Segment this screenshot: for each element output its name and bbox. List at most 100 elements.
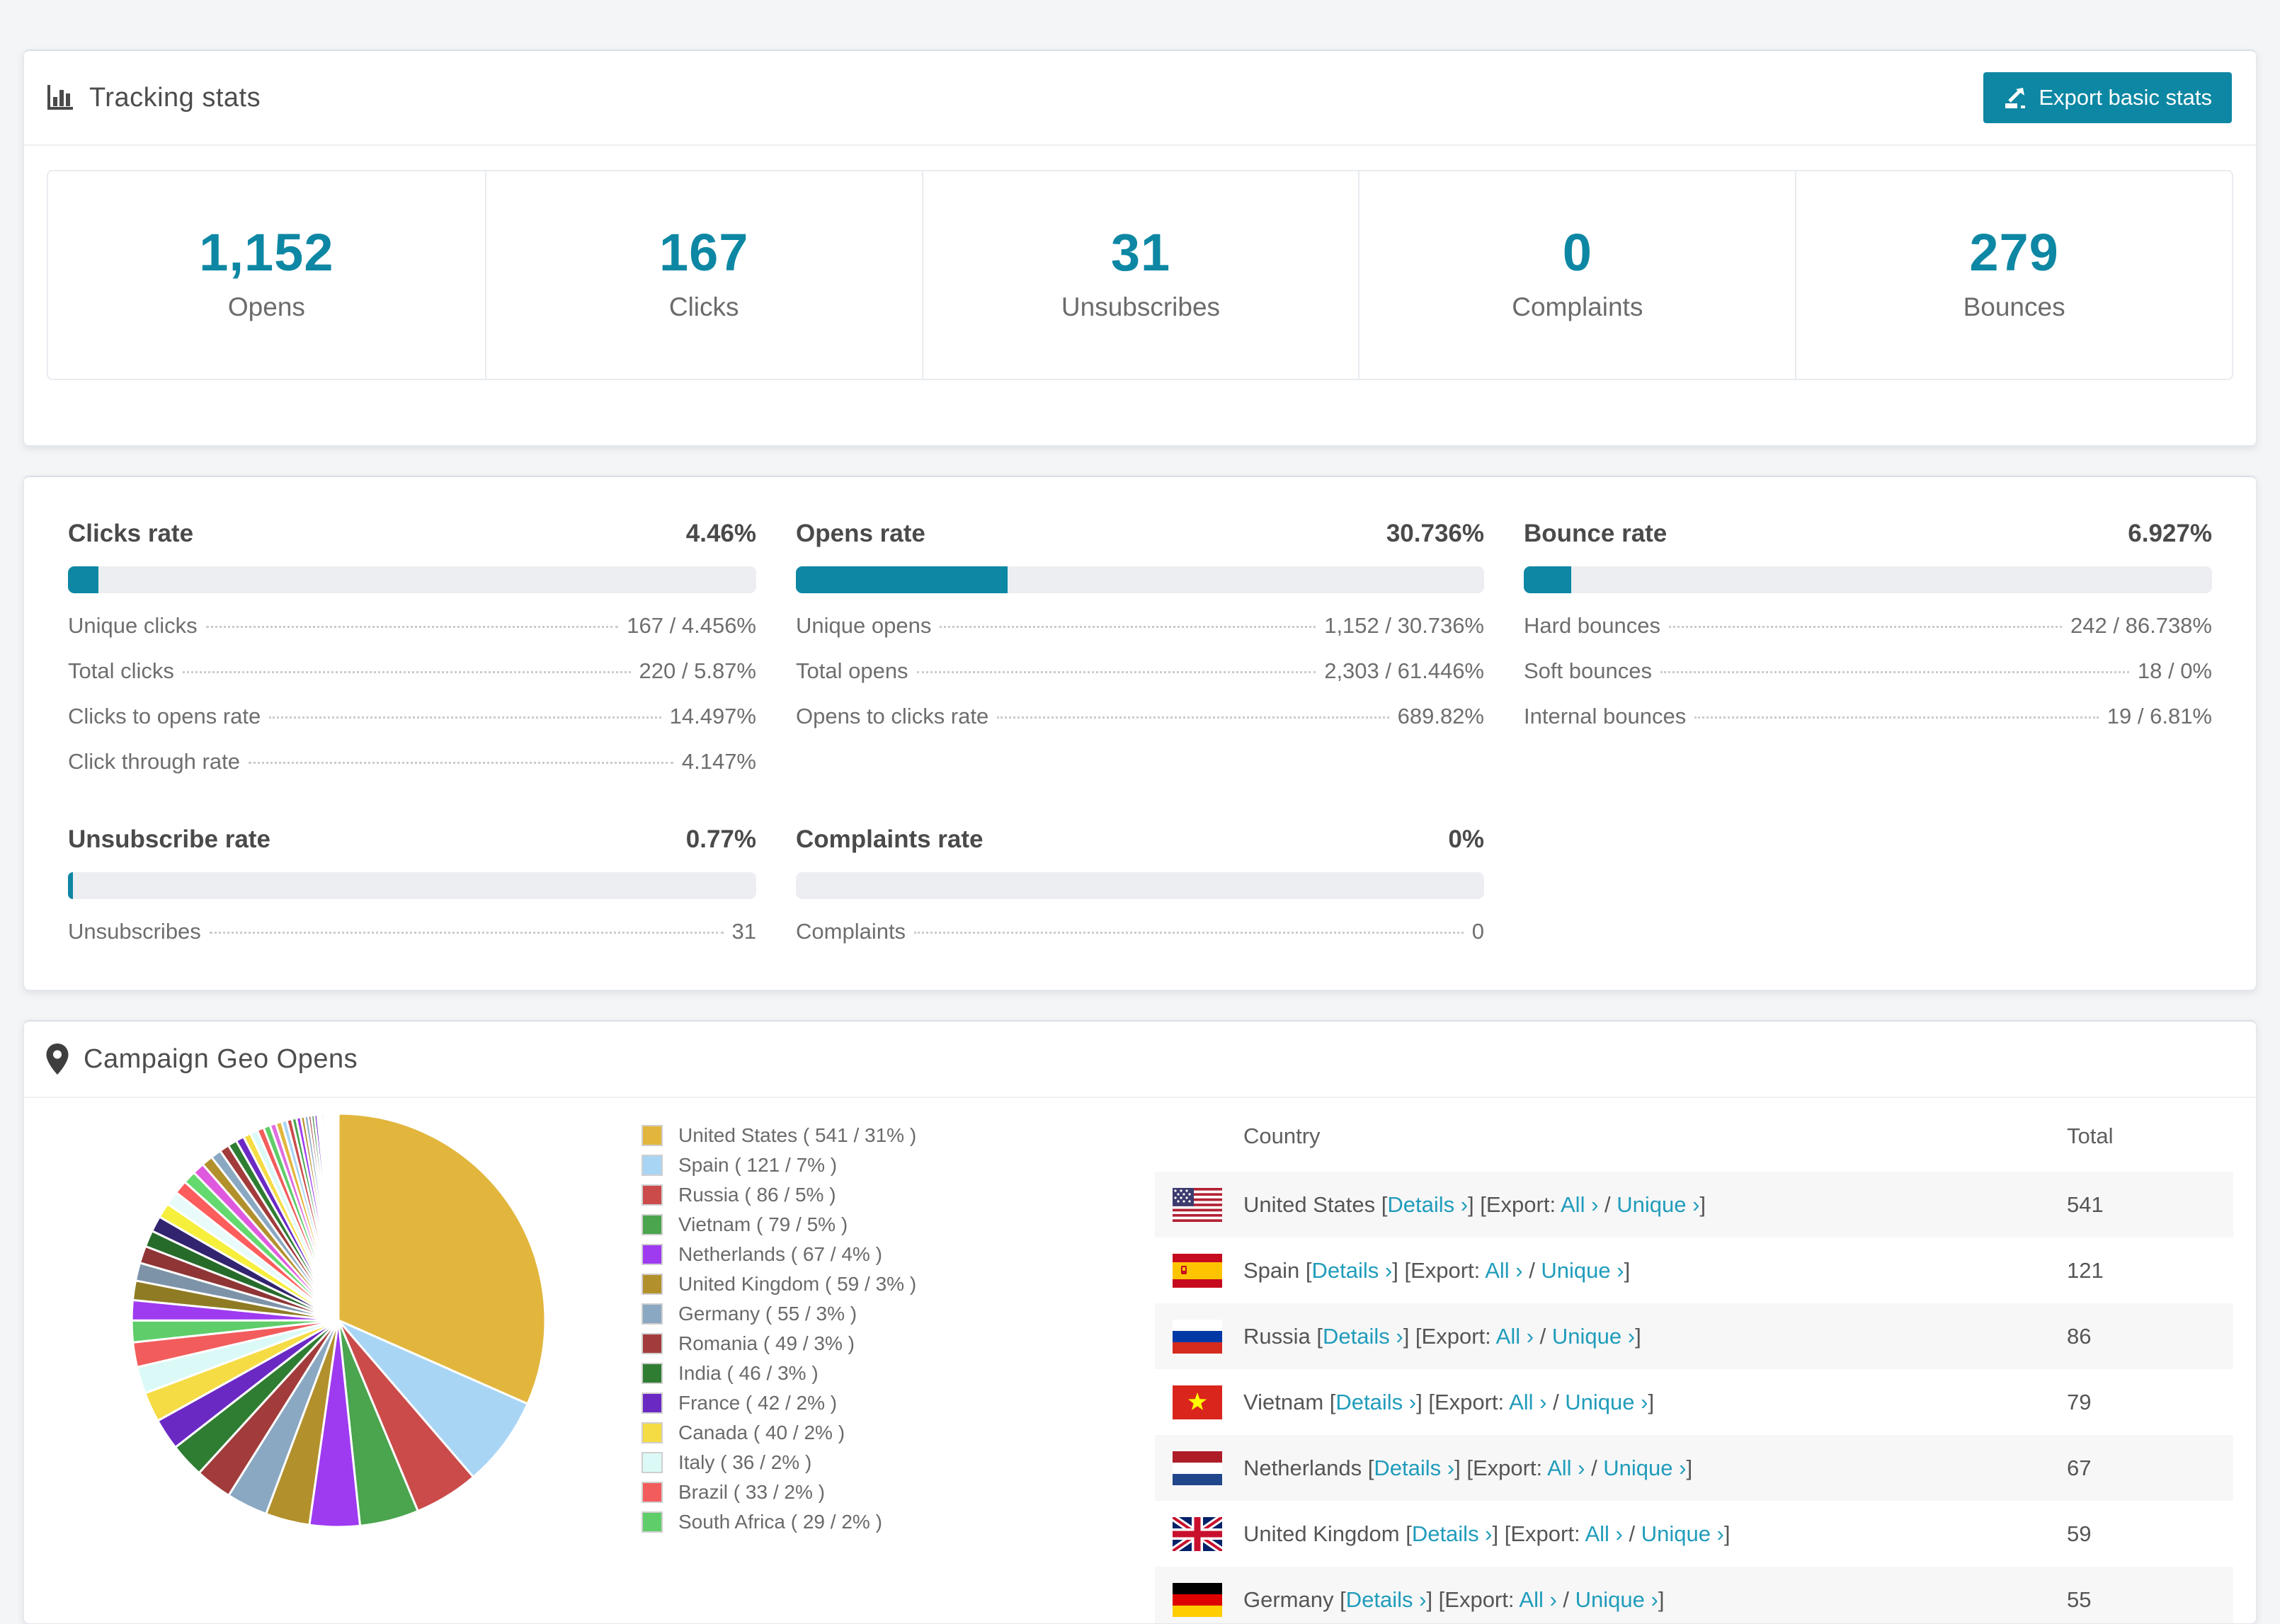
clicks-progress-bar [68, 566, 756, 593]
rate-value: 0.77% [685, 825, 756, 853]
geo-opens-title: Campaign Geo Opens [84, 1043, 358, 1074]
detail-label: Click through rate [68, 749, 240, 774]
details-link[interactable]: Details › [1323, 1324, 1403, 1349]
details-link[interactable]: Details › [1346, 1587, 1427, 1612]
rate-detail-row: Hard bounces 242 / 86.738% [1524, 613, 2212, 639]
dotted-leader [997, 716, 1389, 719]
legend-swatch [642, 1393, 663, 1414]
geo-pie-chart[interactable] [47, 1098, 642, 1623]
map-pin-icon [45, 1043, 69, 1075]
export-all-link[interactable]: All › [1485, 1258, 1522, 1283]
bar-chart-icon [45, 83, 75, 113]
stat-label: Complaints [1512, 292, 1643, 321]
stat-value: 1,152 [199, 223, 334, 282]
details-link[interactable]: Details › [1412, 1521, 1493, 1546]
export-unique-link[interactable]: Unique › [1603, 1456, 1686, 1480]
legend-item: Romania ( 49 / 3% ) [642, 1329, 1109, 1359]
export-unique-link[interactable]: Unique › [1575, 1587, 1658, 1612]
tracking-stats-card: Tracking stats Export basic stats 1,152 O… [23, 50, 2257, 446]
legend-label: Germany ( 55 / 3% ) [678, 1303, 857, 1325]
country-cell: Netherlands [Details ›] [Export: All › /… [1243, 1455, 1693, 1480]
rate-detail-row: Click through rate 4.147% [68, 749, 756, 774]
legend-label: Spain ( 121 / 7% ) [678, 1154, 838, 1176]
rate-detail-row: Unique opens 1,152 / 30.736% [796, 613, 1484, 639]
export-all-link[interactable]: All › [1547, 1456, 1585, 1480]
country-name: Germany [1243, 1586, 1340, 1612]
dotted-leader [182, 671, 631, 673]
es-flag-icon [1173, 1253, 1222, 1288]
export-all-link[interactable]: All › [1509, 1390, 1546, 1414]
stat-value: 31 [1110, 223, 1171, 282]
bounce-progress-bar [1524, 566, 2212, 593]
dotted-leader [940, 626, 1316, 628]
legend-label: Romania ( 49 / 3% ) [678, 1332, 855, 1354]
stat-value: 167 [659, 223, 749, 282]
export-unique-link[interactable]: Unique › [1617, 1192, 1699, 1217]
opens-rate-section: Opens rate 30.736% Unique opens 1,152 / 30.… [796, 520, 1484, 774]
legend-item: Canada ( 40 / 2% ) [642, 1418, 1109, 1448]
dotted-leader [1669, 626, 2063, 628]
rate-detail-row: Total opens 2,303 / 61.446% [796, 658, 1484, 684]
detail-value: 19 / 6.81% [2107, 704, 2212, 728]
rate-detail-row: Complaints 0 [796, 919, 1484, 944]
legend-item: Brazil ( 33 / 2% ) [642, 1477, 1109, 1507]
rate-detail-row: Unsubscribes 31 [68, 919, 756, 944]
export-all-link[interactable]: All › [1585, 1521, 1622, 1546]
dotted-leader [269, 716, 661, 719]
total-value: 86 [2067, 1323, 2092, 1349]
campaign-overview-page: Tracking stats Export basic stats 1,152 O… [0, 0, 2280, 1624]
geo-opens-content: United States ( 541 / 31% ) Spain ( 121 /… [24, 1098, 2256, 1623]
dotted-leader [914, 932, 1464, 934]
dotted-leader [205, 626, 619, 628]
detail-value: 18 / 0% [2137, 658, 2212, 683]
legend-swatch [642, 1303, 663, 1325]
stat-value: 0 [1562, 223, 1592, 282]
clicks-rate-section: Clicks rate 4.46% Unique clicks 167 / 4.456… [68, 520, 756, 774]
legend-item: South Africa ( 29 / 2% ) [642, 1507, 1109, 1537]
country-name: Spain [1243, 1257, 1306, 1283]
rate-detail-row: Unique clicks 167 / 4.456% [68, 613, 756, 639]
detail-value: 689.82% [1397, 704, 1484, 728]
legend-swatch [642, 1333, 663, 1354]
export-unique-link[interactable]: Unique › [1565, 1390, 1648, 1414]
detail-value: 167 / 4.456% [627, 613, 756, 638]
table-row-es: Spain [Details ›] [Export: All › / Uniqu… [1155, 1237, 2233, 1303]
detail-label: Internal bounces [1524, 704, 1687, 728]
rate-value: 6.927% [2128, 520, 2212, 547]
dotted-leader [209, 932, 724, 934]
country-name: Vietnam [1243, 1389, 1330, 1414]
detail-value: 0 [1471, 919, 1484, 944]
opens-progress-bar [796, 566, 1484, 593]
rate-title: Clicks rate [68, 520, 194, 547]
geo-table-header: Country Total [1155, 1098, 2233, 1172]
export-all-link[interactable]: All › [1496, 1324, 1534, 1349]
unsubscribe-progress-bar [68, 872, 756, 899]
rate-title: Bounce rate [1524, 520, 1668, 547]
detail-value: 242 / 86.738% [2070, 613, 2212, 638]
legend-label: United Kingdom ( 59 / 3% ) [678, 1273, 917, 1295]
country-name: Netherlands [1243, 1455, 1368, 1480]
complaints-rate-section: Complaints rate 0% Complaints 0 [796, 825, 1484, 944]
detail-value: 14.497% [669, 704, 756, 728]
details-link[interactable]: Details › [1312, 1258, 1393, 1283]
detail-value: 31 [731, 919, 756, 944]
export-unique-link[interactable]: Unique › [1552, 1324, 1635, 1349]
progress-bar-fill [68, 566, 99, 593]
legend-label: United States ( 541 / 31% ) [678, 1124, 917, 1146]
export-all-link[interactable]: All › [1519, 1587, 1556, 1612]
export-unique-link[interactable]: Unique › [1541, 1258, 1624, 1283]
total-column-header: Total [2067, 1123, 2114, 1148]
detail-label: Unsubscribes [68, 919, 201, 944]
stat-value: 279 [1969, 223, 2059, 282]
details-link[interactable]: Details › [1335, 1390, 1416, 1414]
detail-label: Soft bounces [1524, 658, 1652, 683]
rates-card: Clicks rate 4.46% Unique clicks 167 / 4.456… [23, 476, 2257, 990]
details-link[interactable]: Details › [1387, 1192, 1468, 1217]
vn-flag-icon [1173, 1385, 1222, 1419]
stat-label: Bounces [1963, 292, 2065, 321]
progress-bar-fill [1524, 566, 1572, 593]
export-all-link[interactable]: All › [1561, 1192, 1598, 1217]
details-link[interactable]: Details › [1374, 1456, 1454, 1480]
export-basic-stats-button[interactable]: Export basic stats [1983, 72, 2232, 123]
export-unique-link[interactable]: Unique › [1641, 1521, 1724, 1546]
